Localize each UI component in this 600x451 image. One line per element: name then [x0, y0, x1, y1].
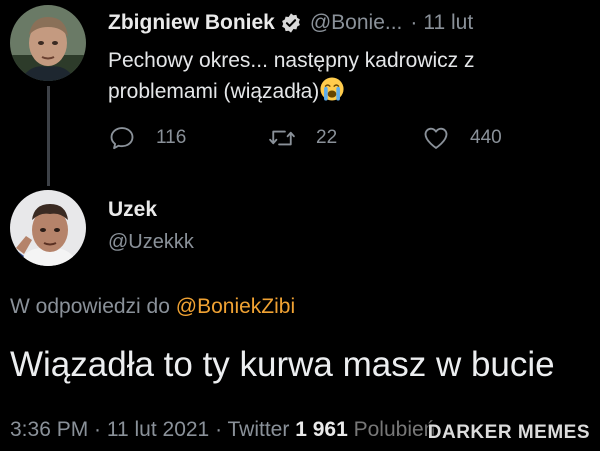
reply-to-handle-link[interactable]: @BoniekZibi: [176, 295, 295, 318]
heart-icon: [424, 127, 448, 149]
retweet-icon: [269, 130, 295, 146]
avatar-image: [10, 190, 86, 266]
tweet-header: Zbigniew Boniek @Bonie... · 11 lut: [108, 8, 473, 38]
reply-context: W odpowiedzi do @BoniekZibi: [10, 295, 295, 319]
thread-connector-line: [47, 86, 50, 186]
retweet-count: 22: [316, 127, 338, 148]
tweet-text: Pechowy okres... następny kadrowicz z pr…: [108, 49, 475, 103]
reply-icon: [110, 127, 134, 150]
author-handle[interactable]: @Bonie...: [310, 11, 403, 35]
like-count: 440: [470, 127, 502, 148]
tweet-actions: 116 22 440: [108, 122, 568, 154]
tweet-time[interactable]: 11 lut: [423, 11, 473, 35]
likes-label[interactable]: Polubień: [354, 418, 436, 441]
avatar-uzek[interactable]: [10, 190, 86, 266]
reply-author-handle[interactable]: @Uzekkk: [108, 228, 194, 256]
tweet-metadata: 3:36 PM · 11 lut 2021 · Twitter 1 961 Po…: [10, 418, 435, 442]
verified-badge-icon: [281, 13, 300, 33]
reply-tweet-text: Wiązadła to ty kurwa masz w bucie: [10, 345, 555, 384]
tweet-body: Pechowy okres... następny kadrowicz z pr…: [108, 46, 578, 107]
retweet-button[interactable]: 22: [268, 122, 337, 154]
reply-author: Uzek @Uzekkk: [108, 196, 194, 256]
like-button[interactable]: 440: [422, 122, 502, 154]
watermark: DARKER MEMES: [427, 422, 590, 443]
tweet-timestamp[interactable]: 3:36 PM · 11 lut 2021 · Twitter: [10, 418, 289, 441]
author-display-name[interactable]: Zbigniew Boniek: [108, 11, 275, 35]
reply-button[interactable]: 116: [108, 122, 186, 154]
reply-to-label: W odpowiedzi do: [10, 295, 170, 318]
avatar-zbigniew-boniek[interactable]: [10, 5, 86, 81]
avatar-image: [10, 5, 86, 81]
reply-author-name[interactable]: Uzek: [108, 196, 194, 224]
likes-count[interactable]: 1 961: [295, 418, 348, 441]
reply-count: 116: [156, 127, 187, 148]
loudly-crying-face-icon: [320, 77, 344, 101]
separator-dot: ·: [410, 11, 418, 34]
